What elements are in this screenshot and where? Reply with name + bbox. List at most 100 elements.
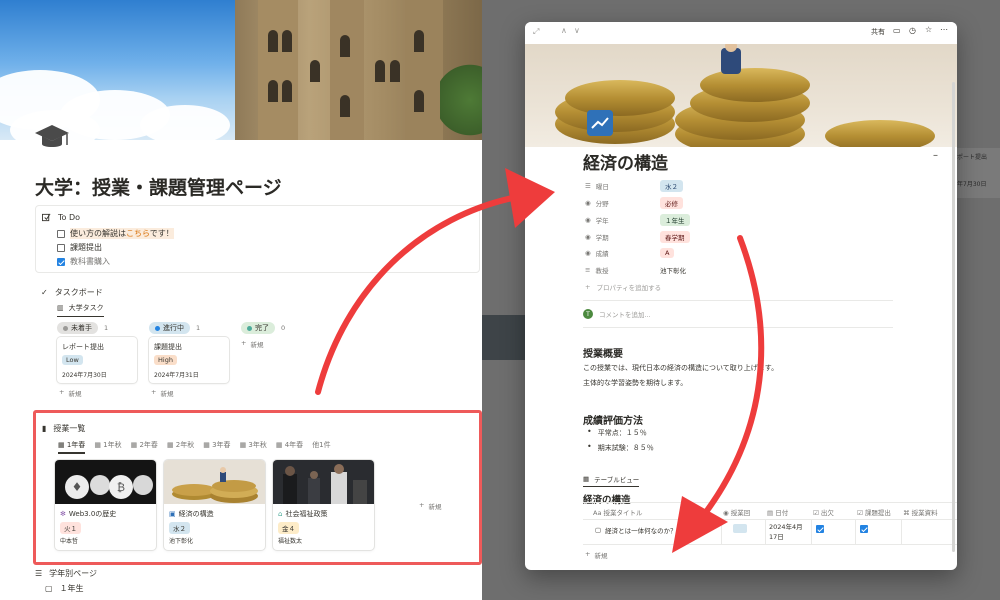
new-card-button[interactable]: + 新規 <box>59 388 81 398</box>
tab-label: 3年秋 <box>248 441 267 449</box>
comment-icon[interactable]: ▭ <box>893 26 901 35</box>
task-card[interactable]: レポート提出 Low 2024年7月30日 <box>57 337 137 383</box>
modal-scrollbar[interactable] <box>952 82 955 552</box>
plus-icon: + <box>59 388 65 396</box>
new-course-button[interactable]: + 新規 <box>419 501 441 511</box>
new-card-button[interactable]: + 新規 <box>241 339 263 349</box>
todo-item[interactable]: 教科書購入 <box>57 256 110 267</box>
peek-text: ポート提出 <box>957 154 988 161</box>
course-card[interactable]: ♦ ₿ ✻ Web3.0の歴史 火１ 中本哲 <box>55 460 156 550</box>
attendance-checkbox[interactable] <box>816 525 824 533</box>
course-list-block: ▮ 授業一覧 ▦ 1年春 ▦ 1年秋 ▦ 2年春 ▦ 2年秋 ▦ 3年春 ▦ 3… <box>33 410 482 565</box>
taskboard-heading-label: タスクボード <box>54 288 103 297</box>
taskboard-heading[interactable]: ✓ タスクボード <box>41 287 103 298</box>
tab-2nen-haru[interactable]: ▦ 2年春 <box>131 440 158 454</box>
column-count: 1 <box>104 324 109 332</box>
column-header[interactable]: ☑ 課題提出 <box>857 507 891 517</box>
tab-label: 2年秋 <box>175 441 195 449</box>
property-row[interactable]: ◉ 分野 必修 <box>585 197 683 209</box>
course-card[interactable]: ⌂ 社会福祉政策 金４ 福祉数太 <box>273 460 374 550</box>
column-header-label: 課題提出 <box>864 509 891 517</box>
tab-more[interactable]: 他1件 <box>312 440 330 454</box>
column-divider <box>811 519 812 544</box>
tab-1nen-aki[interactable]: ▦ 1年秋 <box>94 440 121 454</box>
todo-block: To Do 使い方の解説はこちらです！ 課題提出 教科書購入 <box>35 205 480 273</box>
expand-icon[interactable]: ⤢ <box>533 27 539 37</box>
plus-icon: + <box>585 283 591 291</box>
overview-text: この授業では、現代日本の経済の構造について取り上げます。 <box>583 364 779 372</box>
priority-tag: High <box>154 355 177 365</box>
column-header[interactable]: ☑ 出欠 <box>813 507 834 517</box>
column-header[interactable]: Aa 授業タイトル <box>593 507 643 517</box>
svg-text:₿: ₿ <box>117 481 125 494</box>
chevron-check-icon: ✓ <box>41 288 48 297</box>
todo-item[interactable]: 課題提出 <box>57 242 102 253</box>
comment-input[interactable]: T コメントを追加... <box>583 309 651 319</box>
property-row[interactable]: ☰ 曜日 水２ <box>585 180 683 192</box>
clock-icon[interactable]: ◷ <box>909 26 916 35</box>
guide-link[interactable]: こちら <box>126 229 150 238</box>
collapse-icon[interactable]: – <box>933 150 938 161</box>
status-dot-icon <box>247 325 252 331</box>
select-icon: ◉ <box>585 199 591 207</box>
submission-checkbox[interactable] <box>860 525 868 533</box>
task-card-title: 課題提出 <box>154 343 182 351</box>
modal-toolbar: ⤢ ∧ ∨ 共有 ▭ ◷ ☆ ⋯ <box>525 22 957 44</box>
tab-4nen-haru[interactable]: ▦ 4年春 <box>276 440 303 454</box>
column-header[interactable]: ⌘ 授業資料 <box>903 507 938 517</box>
select-icon: ◉ <box>723 509 731 517</box>
todo-checkbox-checked[interactable] <box>57 257 65 266</box>
taskboard-block: ✓ タスクボード ▥ 大学タスク 未着手 1 進行中 1 完了 0 レポート提出… <box>35 282 480 407</box>
new-card-label: 新規 <box>160 390 174 398</box>
status-dot-icon <box>63 325 68 331</box>
modal-page-title[interactable]: 経済の構造 <box>583 149 668 174</box>
tab-1nen-haru[interactable]: ▦ 1年春 <box>58 440 86 454</box>
property-row[interactable]: ◉ 成績 A <box>585 248 675 258</box>
plus-icon: + <box>419 501 425 509</box>
row-title: 経済とは一体何なのか？ <box>605 527 677 535</box>
more-icon[interactable]: ⋯ <box>940 25 948 34</box>
property-value: 必修 <box>660 197 683 209</box>
linked-db-title[interactable]: 経済の構造 <box>583 492 631 506</box>
graduation-cap-icon <box>35 125 69 147</box>
chevron-down-icon[interactable]: ∨ <box>574 26 580 35</box>
property-row[interactable]: ◉ 学年 １年生 <box>585 214 690 226</box>
property-key: ◉ 分野 <box>585 198 660 208</box>
course-list-heading-label: 授業一覧 <box>53 424 86 433</box>
svg-text:♦: ♦ <box>72 480 83 494</box>
grade-page-link[interactable]: ▢ １年生 <box>45 583 97 594</box>
chevron-up-icon[interactable]: ∧ <box>561 26 567 35</box>
star-icon[interactable]: ☆ <box>925 25 932 34</box>
board-view-tab[interactable]: ▥ 大学タスク <box>57 303 104 317</box>
column-header[interactable]: ▤ 日付 <box>767 507 788 517</box>
chart-icon: ▣ <box>169 510 176 518</box>
tab-3nen-haru[interactable]: ▦ 3年春 <box>203 440 230 454</box>
share-button[interactable]: 共有 <box>871 27 885 37</box>
todo-item-label: 教科書購入 <box>70 257 110 266</box>
divider <box>583 300 893 301</box>
column-divider <box>721 519 722 544</box>
todo-item-label: 使い方の解説はこちらです！ <box>70 228 174 239</box>
tab-3nen-aki[interactable]: ▦ 3年秋 <box>240 440 267 454</box>
todo-checkbox[interactable] <box>57 229 65 238</box>
property-row[interactable]: ≡ 教授 池下彰化 <box>585 265 686 275</box>
table-divider <box>583 544 957 545</box>
weekday-tag: 金４ <box>278 522 299 534</box>
table-view-tab[interactable]: ▦ テーブルビュー <box>583 474 640 487</box>
new-card-button[interactable]: + 新規 <box>151 388 173 398</box>
task-card[interactable]: 課題提出 High 2024年7月31日 <box>149 337 229 383</box>
todo-item[interactable]: 使い方の解説はこちらです！ <box>57 228 174 239</box>
todo-checkbox[interactable] <box>57 243 65 252</box>
new-row-button[interactable]: + 新規 <box>585 550 607 560</box>
add-property-button[interactable]: + プロパティを追加する <box>585 282 661 292</box>
table-row[interactable]: ▢ 経済とは一体何なのか？ <box>595 525 677 535</box>
tab-2nen-aki[interactable]: ▦ 2年秋 <box>167 440 194 454</box>
column-header[interactable]: ◉ 授業回 <box>723 507 750 517</box>
property-row[interactable]: ◉ 学期 春学期 <box>585 231 690 243</box>
page-cover-image <box>0 0 482 140</box>
peek-text: 年7月30日 <box>957 181 987 188</box>
todo-item-label: 課題提出 <box>70 243 102 252</box>
text-lines-icon: ≡ <box>585 266 591 274</box>
course-card-title-label: 社会福祉政策 <box>285 510 328 518</box>
course-card[interactable]: ▣ 経済の構造 水２ 池下彰化 <box>164 460 265 550</box>
